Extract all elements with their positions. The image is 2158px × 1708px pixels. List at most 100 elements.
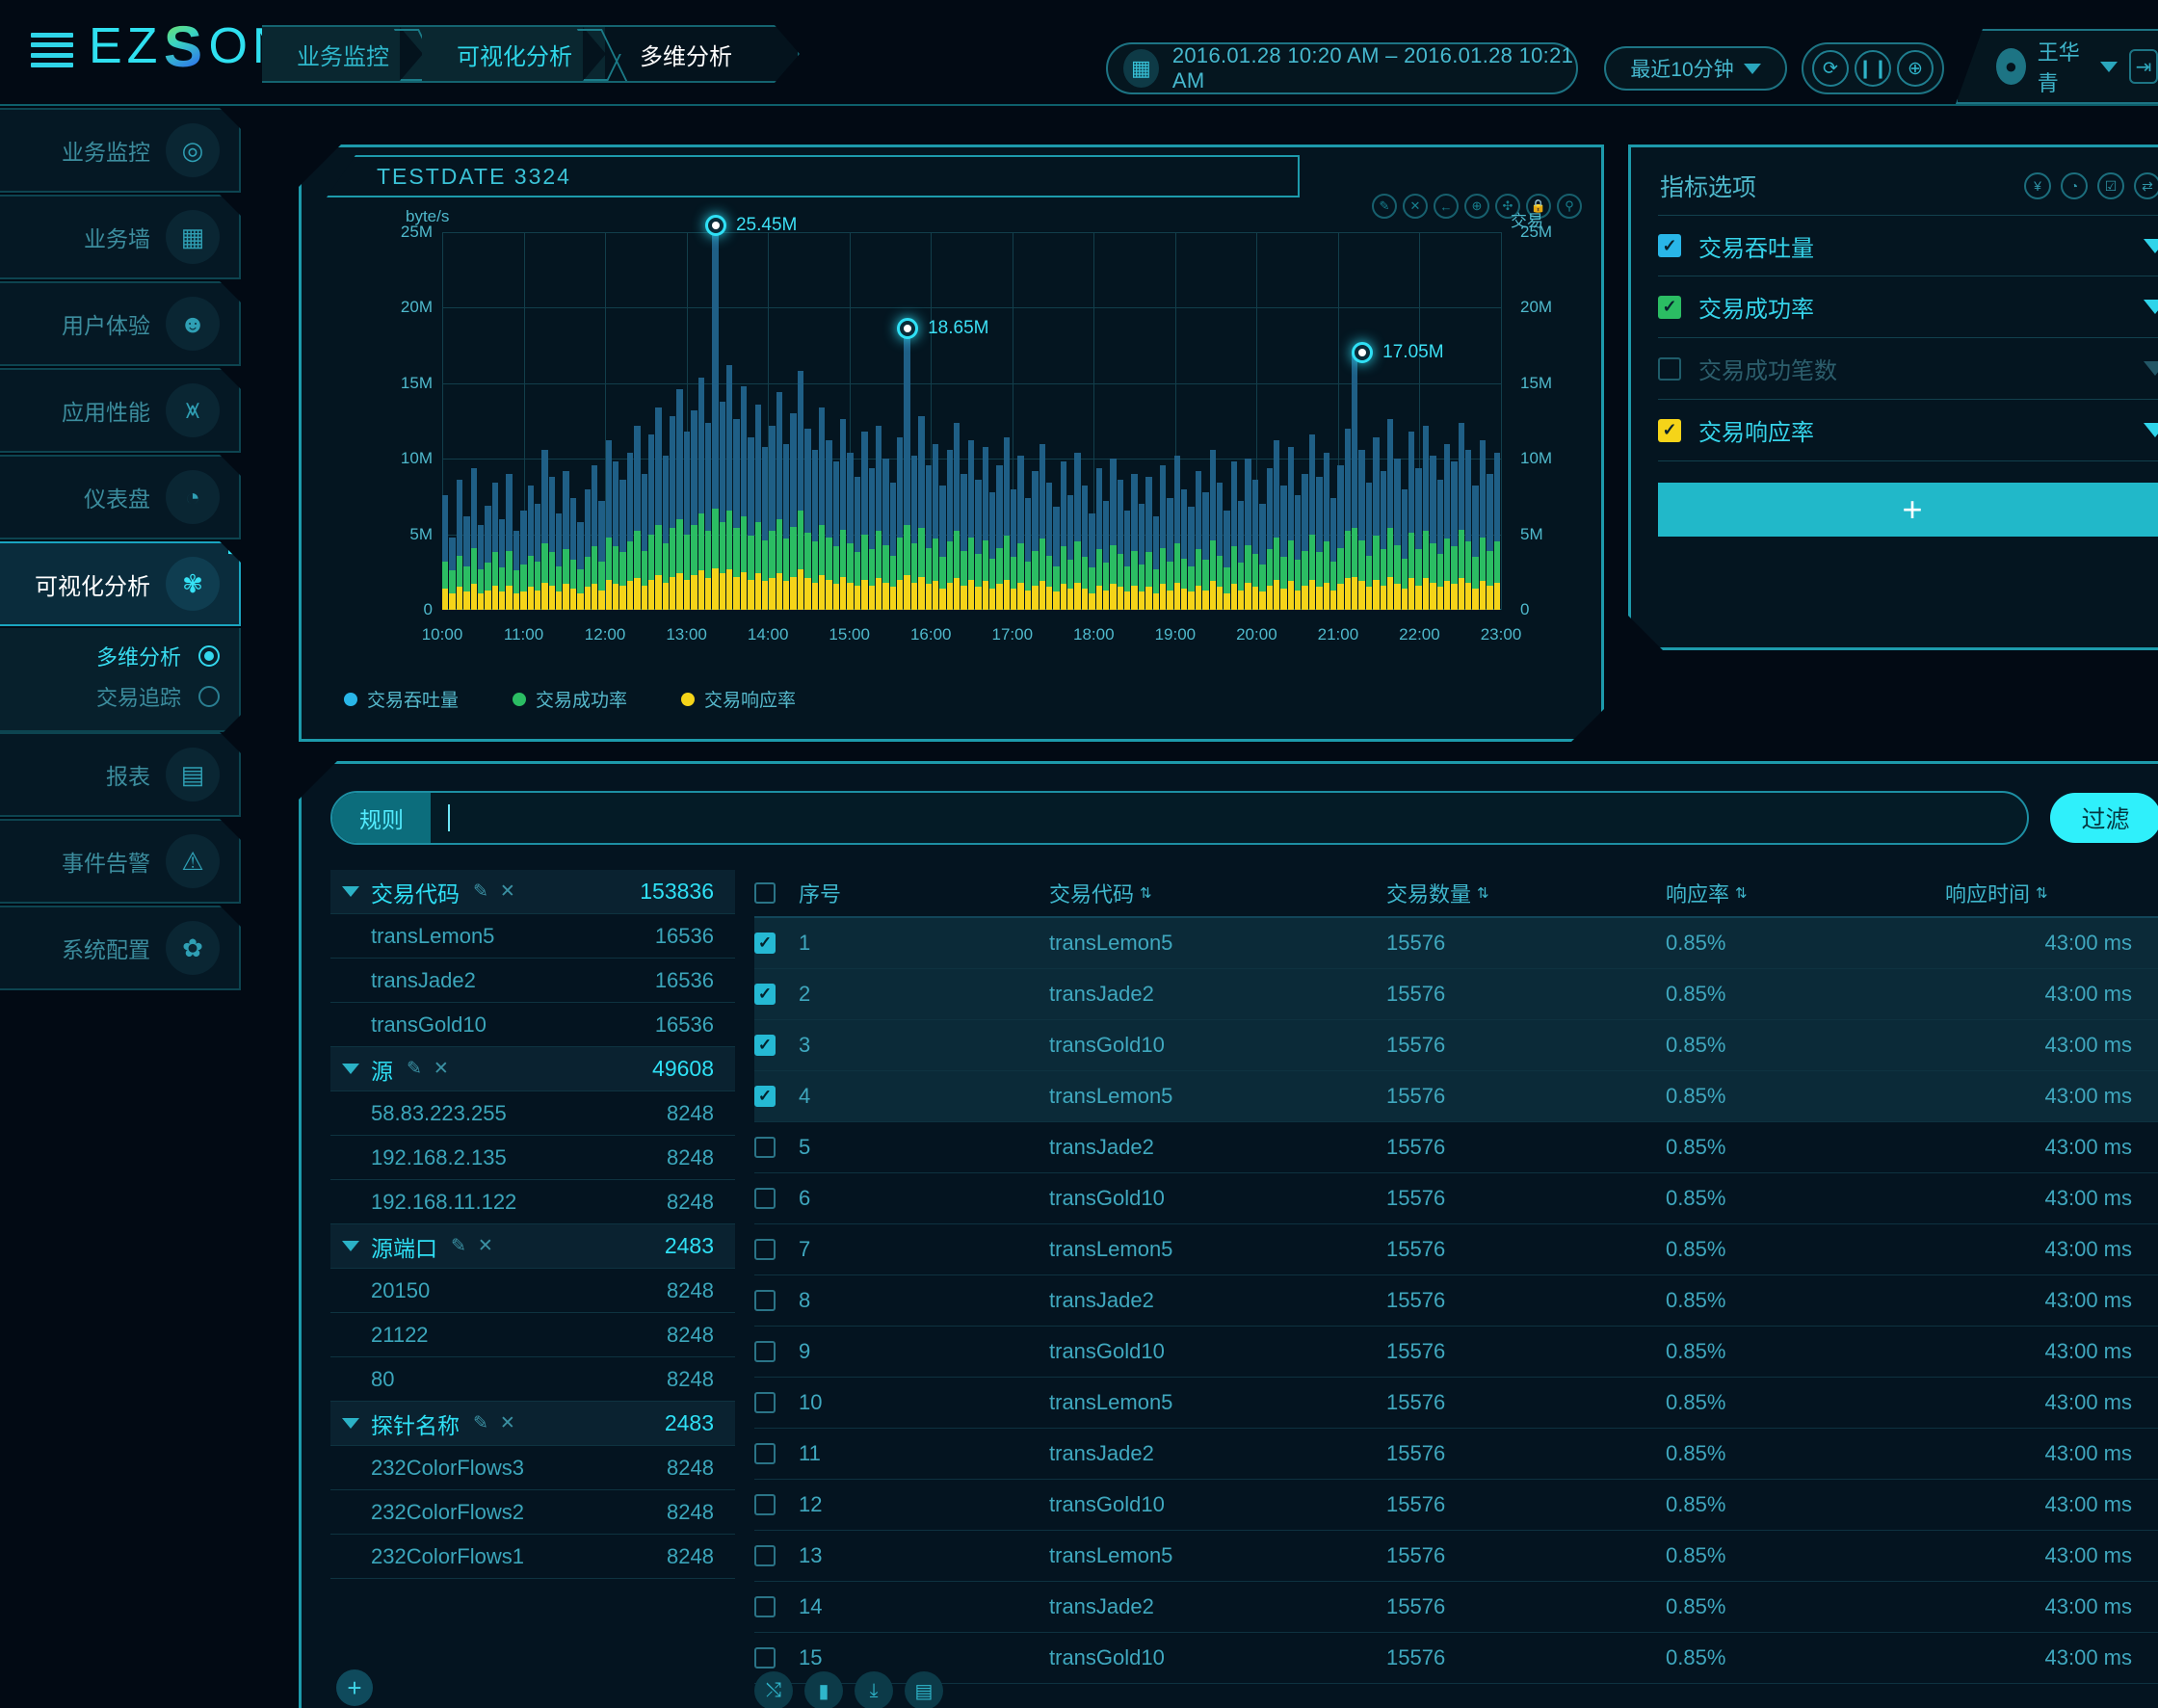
list-icon[interactable]: ▤ bbox=[905, 1671, 943, 1708]
chart-annotation[interactable]: 25.45M bbox=[705, 215, 797, 236]
table-row[interactable]: 15 transGold10 15576 0.85% 43:00 ms bbox=[754, 1633, 2158, 1684]
close-icon[interactable]: ✕ bbox=[434, 1058, 449, 1080]
logout-icon[interactable]: ⇥ bbox=[2129, 49, 2158, 84]
row-checkbox-cell[interactable] bbox=[754, 1290, 799, 1311]
edit-icon[interactable]: ✎ bbox=[473, 880, 488, 903]
metric-checkbox[interactable] bbox=[1658, 357, 1681, 381]
sort-icon[interactable]: ⇅ bbox=[2036, 884, 2048, 902]
rule-input[interactable] bbox=[431, 793, 2027, 843]
tree-leaf[interactable]: 232ColorFlows2 8248 bbox=[330, 1490, 735, 1535]
chart-annotation[interactable]: 18.65M bbox=[897, 318, 988, 339]
row-checkbox[interactable] bbox=[754, 1188, 776, 1209]
sidebar-item-1[interactable]: 业务墙 ▦ bbox=[0, 195, 241, 279]
table-column-header-1[interactable]: 交易代码 ⇅ bbox=[1049, 878, 1386, 908]
legend-item-1[interactable]: 交易成功率 bbox=[513, 686, 627, 712]
table-row[interactable]: 7 transLemon5 15576 0.85% 43:00 ms bbox=[754, 1224, 2158, 1275]
tree-leaf[interactable]: 80 8248 bbox=[330, 1357, 735, 1402]
table-row[interactable]: 9 transGold10 15576 0.85% 43:00 ms bbox=[754, 1327, 2158, 1378]
table-row[interactable]: ✓ 2 transJade2 15576 0.85% 43:00 ms bbox=[754, 969, 2158, 1020]
row-checkbox[interactable] bbox=[754, 1290, 776, 1311]
row-checkbox-cell[interactable]: ✓ bbox=[754, 1086, 799, 1107]
chevron-down-icon[interactable] bbox=[2144, 423, 2158, 437]
filter-button[interactable]: 过滤 bbox=[2050, 793, 2158, 843]
exchange-icon[interactable]: ⇄ bbox=[2134, 172, 2158, 199]
globe-icon[interactable]: ⊕ bbox=[1897, 50, 1934, 87]
tree-leaf[interactable]: 21122 8248 bbox=[330, 1313, 735, 1357]
select-all-cell[interactable] bbox=[754, 882, 799, 904]
table-row[interactable]: 10 transLemon5 15576 0.85% 43:00 ms bbox=[754, 1378, 2158, 1429]
sort-icon[interactable]: ⇅ bbox=[1477, 884, 1489, 902]
metric-option-1[interactable]: ✓ 交易成功率 bbox=[1658, 276, 2158, 338]
row-checkbox-cell[interactable] bbox=[754, 1341, 799, 1362]
range-preset-dropdown[interactable]: 最近10分钟 bbox=[1604, 46, 1787, 91]
row-checkbox-cell[interactable]: ✓ bbox=[754, 984, 799, 1005]
metric-checkbox[interactable]: ✓ bbox=[1658, 296, 1681, 319]
chevron-down-icon[interactable] bbox=[2144, 239, 2158, 253]
legend-item-0[interactable]: 交易吞吐量 bbox=[344, 686, 459, 712]
sidebar-item-4[interactable]: 仪表盘 ◔ bbox=[0, 455, 241, 539]
row-checkbox[interactable]: ✓ bbox=[754, 933, 776, 954]
add-metric-button[interactable]: + bbox=[1658, 483, 2158, 537]
table-row[interactable]: 14 transJade2 15576 0.85% 43:00 ms bbox=[754, 1582, 2158, 1633]
metric-option-3[interactable]: ✓ 交易响应率 bbox=[1658, 400, 2158, 461]
bar-chart-icon[interactable]: ▮ bbox=[804, 1671, 843, 1708]
select-all-checkbox[interactable] bbox=[754, 882, 776, 904]
row-checkbox[interactable]: ✓ bbox=[754, 1086, 776, 1107]
chevron-down-icon[interactable] bbox=[342, 886, 359, 897]
row-checkbox-cell[interactable] bbox=[754, 1137, 799, 1158]
table-column-header-4[interactable]: 响应时间 ⇅ bbox=[1945, 878, 2158, 908]
table-row[interactable]: ✓ 4 transLemon5 15576 0.85% 43:00 ms bbox=[754, 1071, 2158, 1122]
legend-item-2[interactable]: 交易响应率 bbox=[681, 686, 796, 712]
table-row[interactable]: 13 transLemon5 15576 0.85% 43:00 ms bbox=[754, 1531, 2158, 1582]
download-icon[interactable]: ⤓ bbox=[855, 1671, 893, 1708]
tree-leaf[interactable]: 192.168.11.122 8248 bbox=[330, 1180, 735, 1224]
sidebar-item-7[interactable]: 事件告警 ⚠ bbox=[0, 819, 241, 904]
metric-checkbox[interactable]: ✓ bbox=[1658, 234, 1681, 257]
row-checkbox-cell[interactable] bbox=[754, 1443, 799, 1464]
row-checkbox[interactable]: ✓ bbox=[754, 1035, 776, 1056]
row-checkbox[interactable] bbox=[754, 1341, 776, 1362]
tree-group[interactable]: 交易代码 ✎ ✕ 153836 bbox=[330, 870, 735, 914]
table-row[interactable]: ✓ 1 transLemon5 15576 0.85% 43:00 ms bbox=[754, 918, 2158, 969]
row-checkbox[interactable]: ✓ bbox=[754, 984, 776, 1005]
row-checkbox-cell[interactable] bbox=[754, 1392, 799, 1413]
sort-icon[interactable]: ⇅ bbox=[1140, 884, 1152, 902]
pause-icon[interactable]: ❙❙ bbox=[1855, 50, 1891, 87]
breadcrumb-item-2[interactable]: 多维分析 bbox=[605, 27, 765, 81]
radio-icon[interactable] bbox=[198, 645, 220, 667]
tree-group[interactable]: 源 ✎ ✕ 49608 bbox=[330, 1047, 735, 1091]
row-checkbox-cell[interactable] bbox=[754, 1239, 799, 1260]
radio-icon[interactable] bbox=[198, 686, 220, 707]
row-checkbox-cell[interactable]: ✓ bbox=[754, 933, 799, 954]
close-icon[interactable]: ✕ bbox=[478, 1235, 493, 1257]
chevron-down-icon[interactable] bbox=[342, 1064, 359, 1074]
chevron-down-icon[interactable] bbox=[2144, 300, 2158, 314]
time-range-selector[interactable]: ▦ 2016.01.28 10:20 AM – 2016.01.28 10:21… bbox=[1106, 42, 1578, 94]
shuffle-icon[interactable]: ⤭ bbox=[754, 1671, 793, 1708]
breadcrumb-item-1[interactable]: 可视化分析 bbox=[422, 27, 605, 81]
row-checkbox-cell[interactable] bbox=[754, 1545, 799, 1566]
add-dimension-button[interactable]: + bbox=[336, 1669, 373, 1706]
table-row[interactable]: 12 transGold10 15576 0.85% 43:00 ms bbox=[754, 1480, 2158, 1531]
tree-leaf[interactable]: transJade2 16536 bbox=[330, 959, 735, 1003]
metric-option-0[interactable]: ✓ 交易吞吐量 bbox=[1658, 215, 2158, 276]
row-checkbox-cell[interactable]: ✓ bbox=[754, 1035, 799, 1056]
sidebar-item-6[interactable]: 报表 ▤ bbox=[0, 732, 241, 817]
tree-leaf[interactable]: transGold10 16536 bbox=[330, 1003, 735, 1047]
tree-leaf[interactable]: 192.168.2.135 8248 bbox=[330, 1136, 735, 1180]
row-checkbox-cell[interactable] bbox=[754, 1494, 799, 1515]
table-column-header-3[interactable]: 响应率 ⇅ bbox=[1666, 878, 1945, 908]
tree-leaf[interactable]: 20150 8248 bbox=[330, 1269, 735, 1313]
chevron-down-icon[interactable] bbox=[342, 1418, 359, 1429]
edit-icon[interactable]: ✎ bbox=[407, 1058, 422, 1080]
table-column-header-2[interactable]: 交易数量 ⇅ bbox=[1386, 878, 1666, 908]
row-checkbox-cell[interactable] bbox=[754, 1647, 799, 1669]
sidebar-item-2[interactable]: 用户体验 ☻ bbox=[0, 281, 241, 366]
table-row[interactable]: 6 transGold10 15576 0.85% 43:00 ms bbox=[754, 1173, 2158, 1224]
table-column-header-0[interactable]: 序号 bbox=[799, 878, 1049, 908]
clipboard-check-icon[interactable]: ☑ bbox=[2097, 172, 2124, 199]
sidebar-item-3[interactable]: 应用性能 ⩙ bbox=[0, 368, 241, 453]
rule-input-wrapper[interactable]: 规则 bbox=[330, 791, 2029, 845]
row-checkbox[interactable] bbox=[754, 1392, 776, 1413]
table-row[interactable]: ✓ 3 transGold10 15576 0.85% 43:00 ms bbox=[754, 1020, 2158, 1071]
